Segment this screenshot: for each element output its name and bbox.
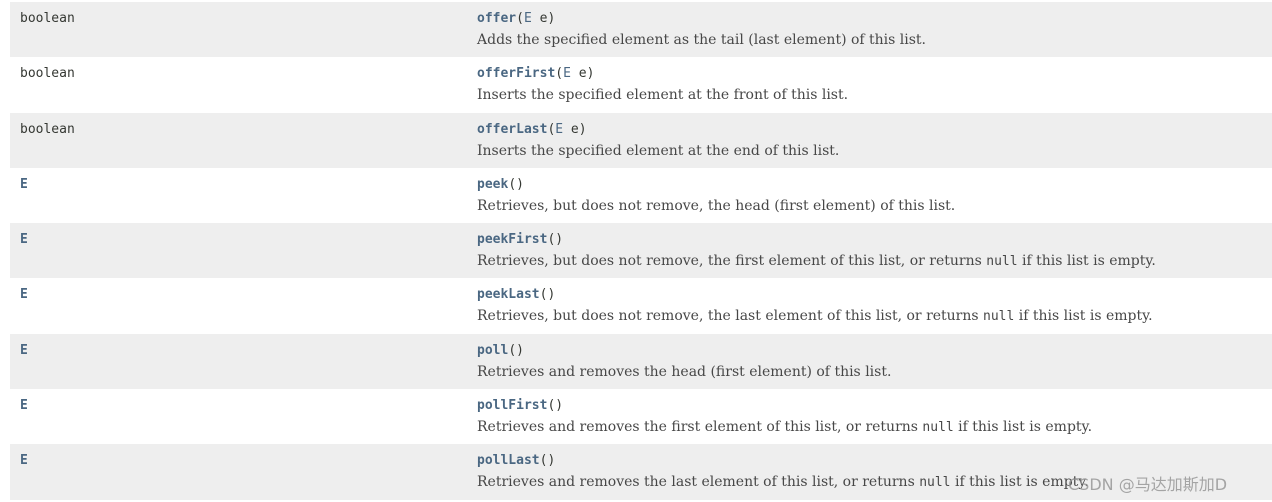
param-type-link[interactable]: E (524, 11, 532, 26)
desc-text-after: if this list is empty. (1017, 253, 1156, 270)
method-link-offerlast[interactable]: offerLast (477, 122, 547, 137)
method-summary-table: boolean offer(E e) Adds the specified el… (10, 2, 1272, 500)
method-description: Retrieves and removes the first element … (477, 419, 1092, 435)
method-description: Retrieves, but does not remove, the head… (477, 198, 955, 214)
desc-code: null (922, 420, 954, 436)
method-description: Inserts the specified element at the end… (477, 143, 839, 159)
desc-text: Retrieves and removes the first element … (477, 419, 923, 436)
paren-close: ) (586, 66, 595, 82)
method-link-pollfirst[interactable]: pollFirst (477, 398, 547, 413)
return-type: boolean (20, 66, 75, 82)
desc-text: Retrieves and removes the head (first el… (477, 363, 892, 380)
method-description: Retrieves and removes the last element o… (477, 474, 1089, 490)
paren-close: ) (578, 121, 587, 137)
table-row: boolean offerFirst(E e) Inserts the spec… (10, 57, 1272, 113)
method-signature: peek() (477, 177, 524, 192)
desc-code: null (986, 254, 1018, 270)
method-signature: pollFirst() (477, 398, 563, 413)
return-type: boolean (20, 121, 75, 137)
method-link-peek[interactable]: peek (477, 177, 508, 192)
paren-close: ) (547, 11, 556, 26)
method-link-peekfirst[interactable]: peekFirst (477, 232, 547, 247)
watermark: CSDN @马达加斯加D (1068, 475, 1228, 494)
desc-text-after: if this list is empty. (953, 419, 1093, 436)
paren-open: ( (555, 66, 564, 82)
param-type-link[interactable]: E (563, 66, 571, 81)
method-signature: offerFirst(E e) (477, 66, 594, 81)
method-description: Retrieves, but does not remove, the firs… (477, 253, 1156, 269)
desc-text: Inserts the specified element at the end… (477, 142, 840, 159)
table-row: boolean offer(E e) Adds the specified el… (10, 2, 1272, 58)
return-type-link[interactable]: E (20, 453, 28, 468)
method-link-polllast[interactable]: pollLast (477, 453, 540, 468)
method-signature: peekLast() (477, 287, 555, 302)
table-row: E poll() Retrieves and removes the head … (10, 333, 1272, 390)
paren-open: ( (508, 176, 517, 192)
paren-close: ) (516, 342, 524, 358)
paren-close: ) (555, 232, 564, 248)
table-row: E pollFirst() Retrieves and removes the … (10, 389, 1272, 445)
table-row: E peekFirst() Retrieves, but does not re… (10, 223, 1272, 279)
desc-text: Retrieves, but does not remove, the firs… (477, 253, 987, 270)
paren-close: ) (555, 398, 564, 414)
param-name: e (570, 66, 587, 82)
method-description: Adds the specified element as the tail (… (477, 32, 926, 48)
table-row: E peek() Retrieves, but does not remove,… (10, 167, 1272, 224)
return-type-link[interactable]: E (20, 232, 28, 247)
desc-text: Retrieves, but does not remove, the last… (477, 308, 984, 325)
method-signature: offer(E e) (477, 11, 555, 26)
method-description: Retrieves and removes the head (first el… (477, 364, 891, 380)
desc-text-after: if this list is empty. (1014, 308, 1153, 325)
desc-code: null (983, 309, 1015, 325)
desc-code: null (919, 475, 951, 491)
return-type-link[interactable]: E (20, 177, 28, 192)
return-type-link[interactable]: E (20, 287, 28, 302)
desc-text: Retrieves and removes the last element o… (477, 474, 920, 491)
method-description: Retrieves, but does not remove, the last… (477, 308, 1153, 324)
desc-text: Adds the specified element as the tail (… (477, 32, 927, 48)
table-row: boolean offerLast(E e) Inserts the speci… (10, 112, 1272, 168)
return-type-link[interactable]: E (20, 343, 28, 358)
paren-open: ( (508, 342, 517, 358)
return-type-link[interactable]: E (20, 398, 28, 413)
method-signature: offerLast(E e) (477, 122, 587, 137)
paren-open: ( (516, 11, 524, 26)
paren-close: ) (516, 176, 524, 192)
method-link-peeklast[interactable]: peekLast (477, 287, 540, 302)
param-name: e (563, 121, 579, 137)
method-link-offerfirst[interactable]: offerFirst (477, 66, 555, 81)
method-link-poll[interactable]: poll (477, 343, 508, 358)
method-signature: pollLast() (477, 453, 555, 468)
param-type-link[interactable]: E (555, 122, 563, 137)
method-signature: poll() (477, 343, 524, 358)
desc-text: Inserts the specified element at the fro… (477, 87, 849, 104)
return-type: boolean (20, 11, 75, 26)
method-signature: peekFirst() (477, 232, 563, 247)
paren-close: ) (547, 453, 556, 469)
method-description: Inserts the specified element at the fro… (477, 87, 848, 103)
param-name: e (531, 11, 548, 26)
method-link-offer[interactable]: offer (477, 11, 516, 26)
table-row: E peekLast() Retrieves, but does not rem… (10, 278, 1272, 334)
desc-text: Retrieves, but does not remove, the head… (477, 197, 956, 214)
paren-close: ) (547, 287, 556, 303)
